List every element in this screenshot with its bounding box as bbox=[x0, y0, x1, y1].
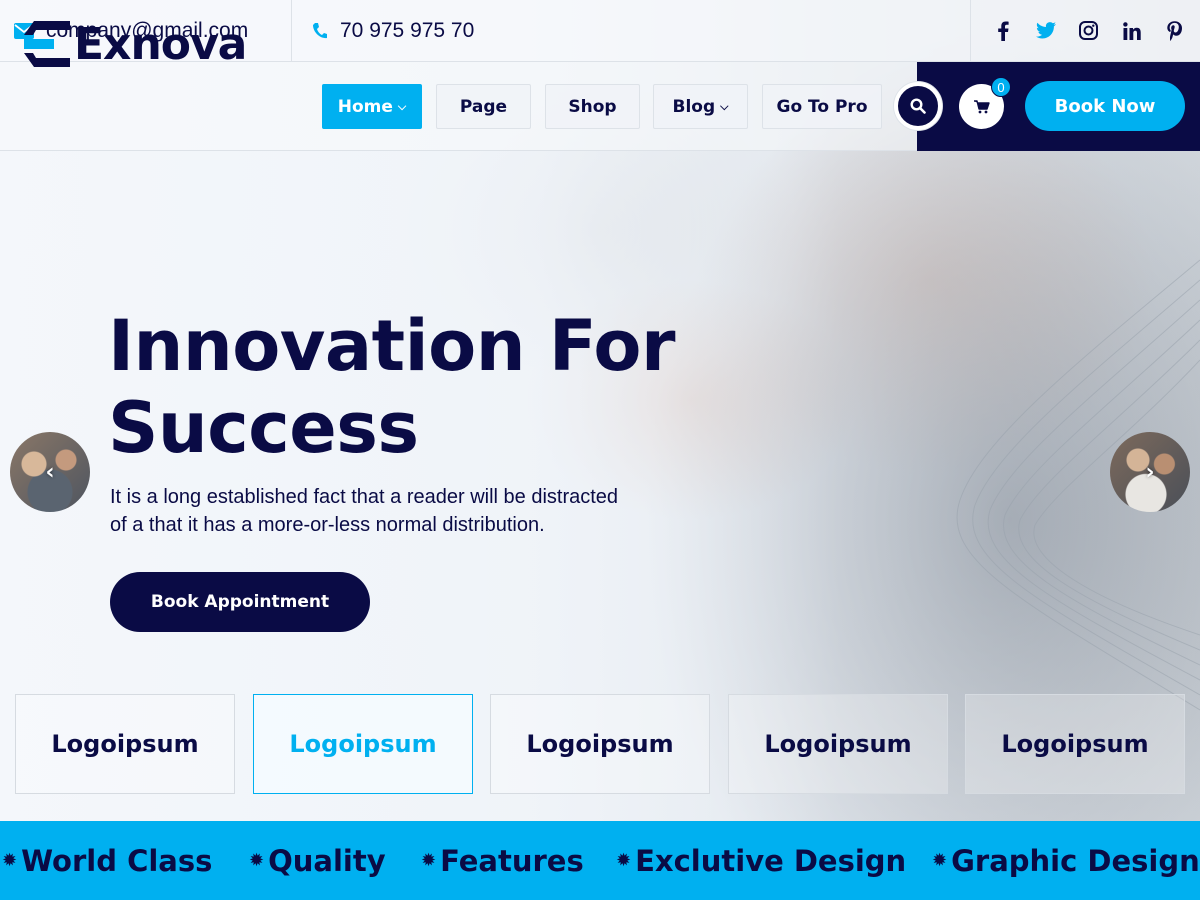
book-now-button[interactable]: Book Now bbox=[1025, 81, 1185, 131]
cart-count-badge: 0 bbox=[991, 77, 1011, 97]
phone-text: 70 975 975 70 bbox=[340, 18, 475, 42]
hero-description-line: of a that it has a more-or-less normal d… bbox=[110, 514, 545, 536]
partner-logo[interactable]: Logoipsum bbox=[728, 694, 948, 794]
marquee-item: ✹ World Class bbox=[2, 821, 212, 900]
hero-description: It is a long established fact that a rea… bbox=[110, 483, 720, 539]
nav-page[interactable]: Page bbox=[436, 84, 531, 129]
slider-next-button[interactable]: › bbox=[1110, 432, 1190, 512]
nav-shop-label: Shop bbox=[568, 96, 617, 117]
partner-logo[interactable]: Logoipsum bbox=[965, 694, 1185, 794]
nav-go-to-pro-label: Go To Pro bbox=[776, 96, 868, 117]
top-divider bbox=[291, 0, 292, 61]
marquee-item: ✹ Graphic Design bbox=[932, 821, 1200, 900]
marquee-label: Exclutive Design bbox=[635, 843, 907, 878]
brand-mark-icon bbox=[24, 21, 70, 67]
search-button[interactable] bbox=[894, 82, 942, 130]
marquee-label: Features bbox=[440, 843, 584, 878]
nav-blog[interactable]: Blog ⌵ bbox=[653, 84, 748, 129]
partner-logo[interactable]: Logoipsum bbox=[15, 694, 235, 794]
facebook-icon[interactable] bbox=[990, 18, 1016, 44]
star-icon: ✹ bbox=[932, 850, 948, 871]
cart-icon bbox=[973, 99, 990, 113]
chevron-down-icon: ⌵ bbox=[720, 99, 729, 113]
book-appointment-button[interactable]: Book Appointment bbox=[110, 572, 370, 632]
marquee-label: World Class bbox=[21, 843, 213, 878]
hero-description-line: It is a long established fact that a rea… bbox=[110, 486, 619, 508]
nav-home-label: Home bbox=[337, 96, 393, 117]
partner-logo[interactable]: Logoipsum bbox=[490, 694, 710, 794]
brand-name: Exnova bbox=[74, 18, 247, 70]
social-links bbox=[971, 0, 1200, 61]
star-icon: ✹ bbox=[2, 850, 18, 871]
nav-page-label: Page bbox=[459, 96, 508, 117]
instagram-icon[interactable] bbox=[1076, 18, 1102, 44]
nav-shop[interactable]: Shop bbox=[545, 84, 640, 129]
feature-marquee: ✹ World Class ✹ Quality ✹ Features ✹ Exc… bbox=[0, 821, 1200, 900]
linkedin-icon[interactable] bbox=[1119, 18, 1145, 44]
hero-title-line: Innovation For bbox=[108, 305, 676, 387]
star-icon: ✹ bbox=[249, 850, 265, 871]
twitter-icon[interactable] bbox=[1033, 18, 1059, 44]
brand-logo[interactable]: Exnova bbox=[24, 18, 247, 70]
marquee-label: Quality bbox=[268, 843, 386, 878]
chevron-left-icon: ‹ bbox=[45, 459, 55, 485]
marquee-label: Graphic Design bbox=[951, 843, 1200, 878]
contact-phone[interactable]: 70 975 975 70 bbox=[312, 0, 474, 61]
slider-prev-button[interactable]: ‹ bbox=[10, 432, 90, 512]
partner-logo[interactable]: Logoipsum bbox=[253, 694, 473, 794]
pinterest-icon[interactable] bbox=[1162, 18, 1188, 44]
hero-title-line: Success bbox=[108, 387, 419, 469]
star-icon: ✹ bbox=[421, 850, 437, 871]
nav-blog-label: Blog bbox=[672, 96, 716, 117]
chevron-right-icon: › bbox=[1145, 459, 1155, 485]
marquee-item: ✹ Exclutive Design bbox=[616, 821, 906, 900]
chevron-down-icon: ⌵ bbox=[397, 99, 407, 113]
search-icon bbox=[910, 98, 926, 114]
nav-home[interactable]: Home ⌵ bbox=[322, 84, 422, 129]
star-icon: ✹ bbox=[616, 850, 632, 871]
marquee-item: ✹ Quality bbox=[249, 821, 386, 900]
nav-go-to-pro[interactable]: Go To Pro bbox=[762, 84, 882, 129]
marquee-item: ✹ Features bbox=[421, 821, 584, 900]
phone-icon bbox=[313, 22, 327, 38]
hero-title: Innovation For Success bbox=[108, 305, 748, 469]
